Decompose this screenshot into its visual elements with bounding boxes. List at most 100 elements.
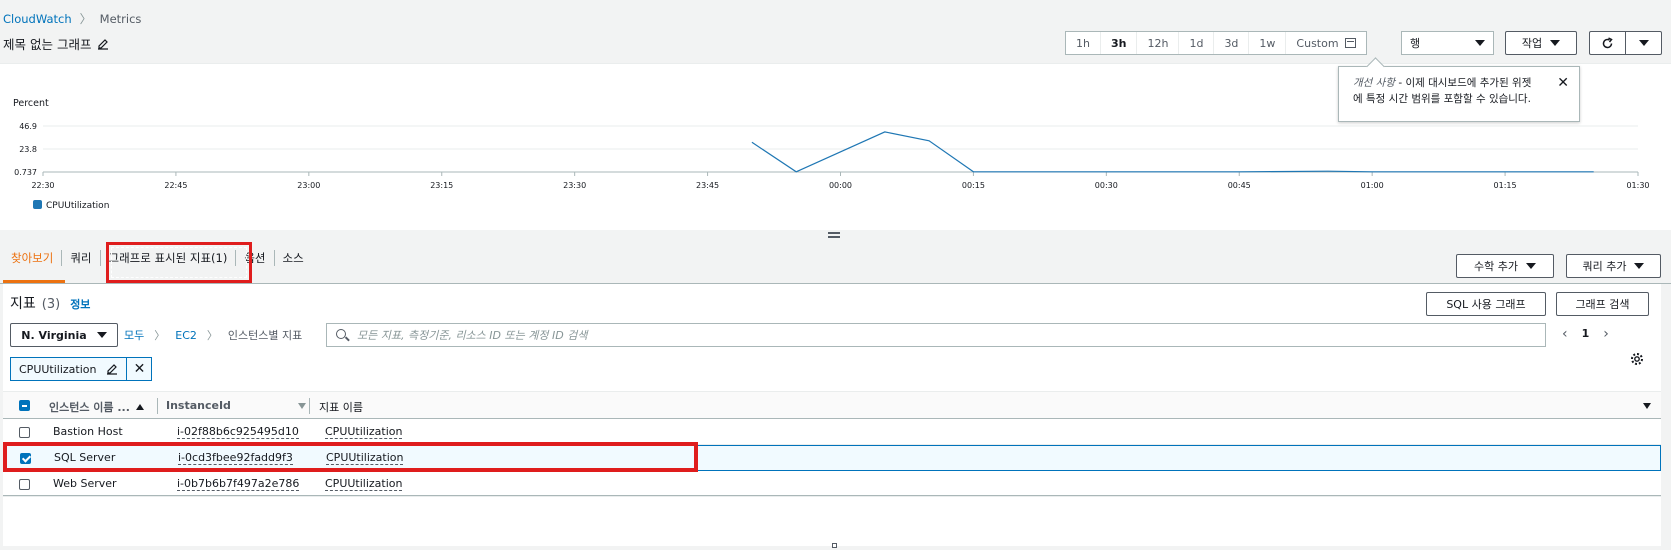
series-line-cpu (751, 131, 1594, 173)
column-instance-name-label: 인스턴스 이름 ... (49, 401, 130, 414)
row-checkbox[interactable] (19, 427, 30, 438)
y-tick-label: 0.737 (14, 168, 37, 177)
table-header: 인스턴스 이름 ... InstanceId 지표 이름 (3, 391, 1661, 419)
graph-search-button[interactable]: 그래프 검색 (1556, 292, 1649, 316)
x-tick-label: 22:45 (164, 181, 187, 190)
refresh-interval-dropdown[interactable] (1626, 32, 1661, 54)
table-row[interactable]: Web Server i-0b7b6b7f497a2e786 CPUUtiliz… (3, 471, 1661, 497)
chevron-right-icon: 〉 (206, 329, 218, 342)
range-custom[interactable]: Custom (1286, 32, 1365, 54)
refresh-button[interactable] (1590, 32, 1626, 54)
filter-token-text: CPUUtilization (19, 362, 97, 376)
x-tick-label: 00:30 (1095, 181, 1118, 190)
tab-browse[interactable]: 찾아보기 (3, 250, 63, 266)
caret-down-icon (1525, 263, 1536, 269)
actions-button[interactable]: 작업 (1505, 31, 1577, 55)
table-bottom-border (3, 495, 1661, 496)
search-icon (336, 329, 346, 339)
y-tick-label: 46.9 (19, 122, 37, 131)
add-query-button[interactable]: 쿼리 추가 (1566, 254, 1661, 278)
x-tick-label: 23:15 (430, 181, 453, 190)
chevron-right-icon[interactable]: › (1603, 327, 1609, 341)
row-checkbox[interactable] (19, 479, 30, 490)
metrics-count: (3) (41, 297, 61, 312)
column-divider[interactable] (157, 398, 158, 414)
chevron-right-icon: 〉 (154, 329, 166, 342)
chevron-left-icon[interactable]: ‹ (1562, 327, 1568, 341)
popover-line2: 에 특정 시간 범위를 포함할 수 있습니다. (1353, 93, 1531, 105)
metrics-search-input[interactable]: 모든 지표, 측정기준, 리소스 ID 또는 계정 ID 검색 (326, 323, 1546, 347)
namespace-ec2[interactable]: EC2 (175, 329, 197, 342)
column-instance-name[interactable]: 인스턴스 이름 ... (49, 399, 144, 415)
x-tick-label: 01:00 (1361, 181, 1384, 190)
add-math-label: 수학 추가 (1474, 260, 1518, 273)
popover-line1: - 이제 대시보드에 추가된 위젯 (1394, 77, 1532, 89)
actions-label: 작업 (1521, 37, 1543, 50)
metrics-title: 지표 (10, 296, 36, 312)
refresh-button-group (1589, 31, 1662, 55)
sql-graph-label: SQL 사용 그래프 (1446, 298, 1526, 311)
highlight-box-tab (106, 242, 252, 283)
pagination: ‹ 1 › (1562, 327, 1609, 341)
range-1h[interactable]: 1h (1066, 32, 1101, 54)
breadcrumb-current: Metrics (99, 11, 142, 26)
instance-name: Bastion Host (53, 425, 123, 438)
range-1d[interactable]: 1d (1179, 32, 1215, 54)
remove-filter-close-icon[interactable]: ✕ (127, 358, 151, 380)
metric-name-link[interactable]: CPUUtilization (325, 477, 403, 491)
breadcrumb-cloudwatch[interactable]: CloudWatch (3, 12, 72, 26)
x-tick-label: 01:30 (1626, 181, 1649, 190)
x-tick-label: 23:45 (696, 181, 719, 190)
range-3h[interactable]: 3h (1101, 32, 1138, 54)
range-12h[interactable]: 12h (1137, 32, 1180, 54)
namespace-all[interactable]: 모두 (124, 327, 144, 343)
chart-type-select[interactable]: 행 (1401, 31, 1494, 55)
edit-pencil-icon[interactable] (97, 38, 109, 50)
tab-source[interactable]: 소스 (275, 250, 312, 266)
custom-label: Custom (1296, 36, 1339, 50)
region-select[interactable]: N. Virginia (10, 323, 118, 347)
column-metric-name[interactable]: 지표 이름 (319, 399, 363, 415)
time-range-selector: 1h 3h 12h 1d 3d 1w Custom (1065, 31, 1367, 55)
add-query-label: 쿼리 추가 (1582, 260, 1627, 273)
sort-icon[interactable] (298, 403, 306, 409)
column-instance-id-label: InstanceId (166, 399, 231, 412)
caret-down-icon (1638, 40, 1649, 46)
metric-name-link[interactable]: CPUUtilization (325, 425, 403, 439)
x-tick-label: 22:30 (31, 181, 54, 190)
namespace-current: 인스턴스별 지표 (227, 329, 303, 342)
range-1w[interactable]: 1w (1249, 32, 1287, 54)
x-tick-label: 23:00 (297, 181, 320, 190)
sql-graph-button[interactable]: SQL 사용 그래프 (1426, 292, 1546, 316)
x-tick-label: 01:15 (1494, 181, 1517, 190)
instance-id-link[interactable]: i-0b7b6b7f497a2e786 (177, 477, 300, 491)
filter-token-label[interactable]: CPUUtilization (11, 358, 128, 380)
popover-emphasis: 개선 사항 (1353, 77, 1395, 89)
caret-down-icon (1634, 263, 1645, 269)
tab-query[interactable]: 쿼리 (62, 250, 101, 266)
column-metric-name-label: 지표 이름 (319, 401, 363, 414)
x-tick-label: 23:30 (563, 181, 586, 190)
add-math-button[interactable]: 수학 추가 (1456, 254, 1554, 278)
range-3d[interactable]: 3d (1214, 32, 1250, 54)
graph-search-label: 그래프 검색 (1575, 298, 1630, 311)
edit-pencil-icon (107, 364, 118, 375)
caret-down-icon (1550, 40, 1561, 46)
legend-swatch (33, 200, 42, 209)
instance-name: Web Server (53, 477, 117, 490)
instance-id-link[interactable]: i-02f88b6c925495d10 (177, 425, 299, 439)
column-instance-id[interactable]: InstanceId (166, 399, 231, 412)
column-divider[interactable] (309, 398, 310, 414)
resize-handle[interactable] (828, 231, 840, 239)
select-all-checkbox[interactable] (19, 400, 30, 411)
chevron-right-icon: 〉 (79, 12, 92, 26)
column-menu-caret-icon[interactable] (1643, 403, 1651, 409)
filter-token: CPUUtilization ✕ (10, 357, 153, 381)
namespace-breadcrumb: 모두 〉 EC2 〉 인스턴스별 지표 (124, 327, 302, 343)
x-tick-label: 00:00 (829, 181, 852, 190)
panel-resize-handle[interactable] (832, 543, 837, 548)
close-icon[interactable]: ✕ (1557, 75, 1569, 91)
info-link[interactable]: 정보 (70, 296, 90, 312)
page-number[interactable]: 1 (1582, 327, 1590, 340)
gear-icon[interactable] (1630, 352, 1644, 366)
